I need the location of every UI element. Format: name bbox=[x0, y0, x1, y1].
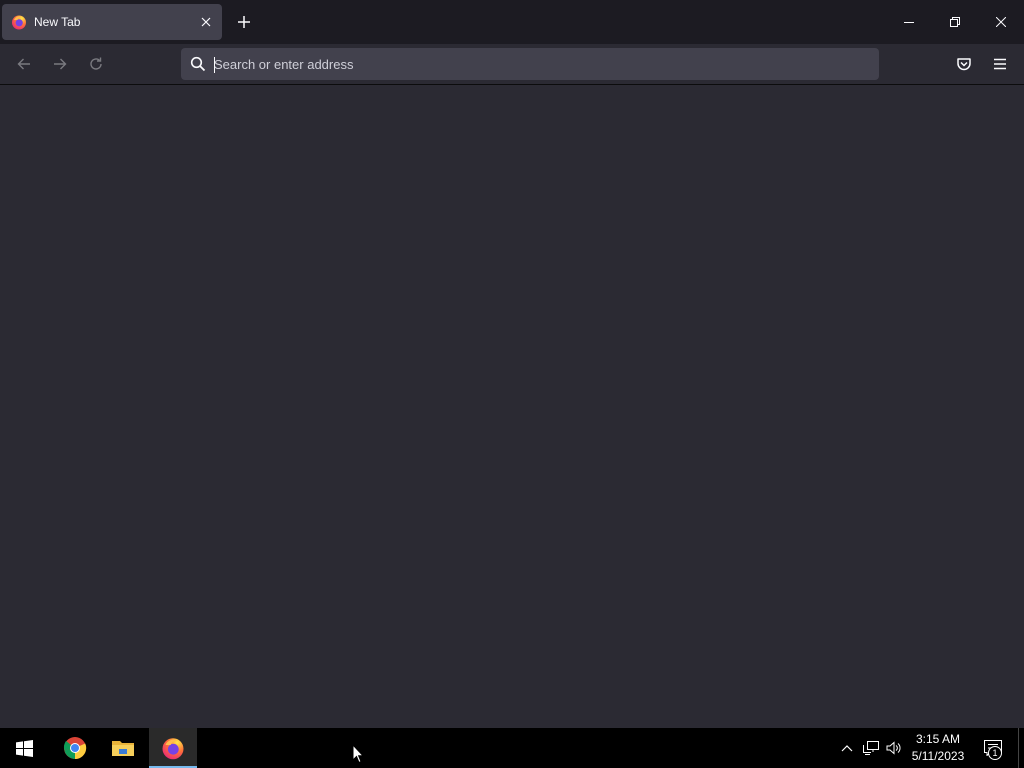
back-button[interactable] bbox=[12, 52, 36, 76]
minimize-icon bbox=[904, 22, 914, 23]
reload-icon bbox=[90, 57, 102, 70]
plus-icon bbox=[238, 16, 250, 28]
volume-icon bbox=[886, 741, 901, 755]
hamburger-menu-icon bbox=[994, 58, 1006, 70]
taskbar-chrome[interactable] bbox=[51, 728, 99, 768]
tab-title: New Tab bbox=[34, 15, 81, 29]
navigation-toolbar bbox=[0, 44, 1024, 85]
restore-icon bbox=[950, 17, 960, 27]
volume-tray-button[interactable] bbox=[882, 728, 906, 768]
taskbar: 3:15 AM 5/11/2023 bbox=[0, 728, 1024, 768]
notification-count-badge: 1 bbox=[988, 746, 1002, 760]
minimize-button[interactable] bbox=[886, 0, 932, 44]
windows-start-icon bbox=[15, 739, 33, 757]
forward-button[interactable] bbox=[48, 52, 72, 76]
page-content bbox=[0, 85, 1024, 728]
taskbar-clock[interactable]: 3:15 AM 5/11/2023 bbox=[906, 728, 970, 768]
start-button[interactable] bbox=[0, 728, 48, 768]
show-desktop-button[interactable] bbox=[1018, 728, 1024, 768]
taskbar-file-explorer[interactable] bbox=[99, 728, 147, 768]
restore-button[interactable] bbox=[932, 0, 978, 44]
back-arrow-icon bbox=[17, 58, 30, 70]
taskbar-firefox[interactable] bbox=[149, 728, 197, 768]
address-bar[interactable] bbox=[181, 48, 879, 80]
folder-icon bbox=[112, 741, 134, 756]
show-hidden-icons-button[interactable] bbox=[835, 728, 859, 768]
close-window-button[interactable] bbox=[978, 0, 1024, 44]
tab-new-tab[interactable]: New Tab bbox=[2, 4, 222, 40]
chrome-icon bbox=[64, 737, 87, 760]
firefox-icon bbox=[162, 738, 184, 760]
forward-arrow-icon bbox=[54, 58, 67, 70]
clock-date: 5/11/2023 bbox=[911, 749, 965, 763]
close-icon bbox=[996, 17, 1006, 27]
search-icon bbox=[190, 56, 206, 72]
network-icon bbox=[863, 741, 879, 755]
close-icon[interactable] bbox=[198, 14, 214, 30]
mouse-cursor-icon bbox=[352, 744, 364, 764]
app-menu-button[interactable] bbox=[988, 52, 1012, 76]
address-input[interactable] bbox=[214, 52, 879, 76]
clock-time: 3:15 AM bbox=[915, 732, 961, 746]
chevron-up-icon bbox=[841, 745, 853, 752]
firefox-icon bbox=[12, 15, 26, 30]
tab-strip: New Tab bbox=[0, 0, 1024, 44]
text-caret bbox=[214, 57, 215, 73]
pocket-icon bbox=[957, 58, 971, 71]
new-tab-button[interactable] bbox=[232, 10, 256, 34]
network-tray-button[interactable] bbox=[859, 728, 883, 768]
reload-button[interactable] bbox=[84, 52, 108, 76]
pocket-button[interactable] bbox=[952, 52, 976, 76]
